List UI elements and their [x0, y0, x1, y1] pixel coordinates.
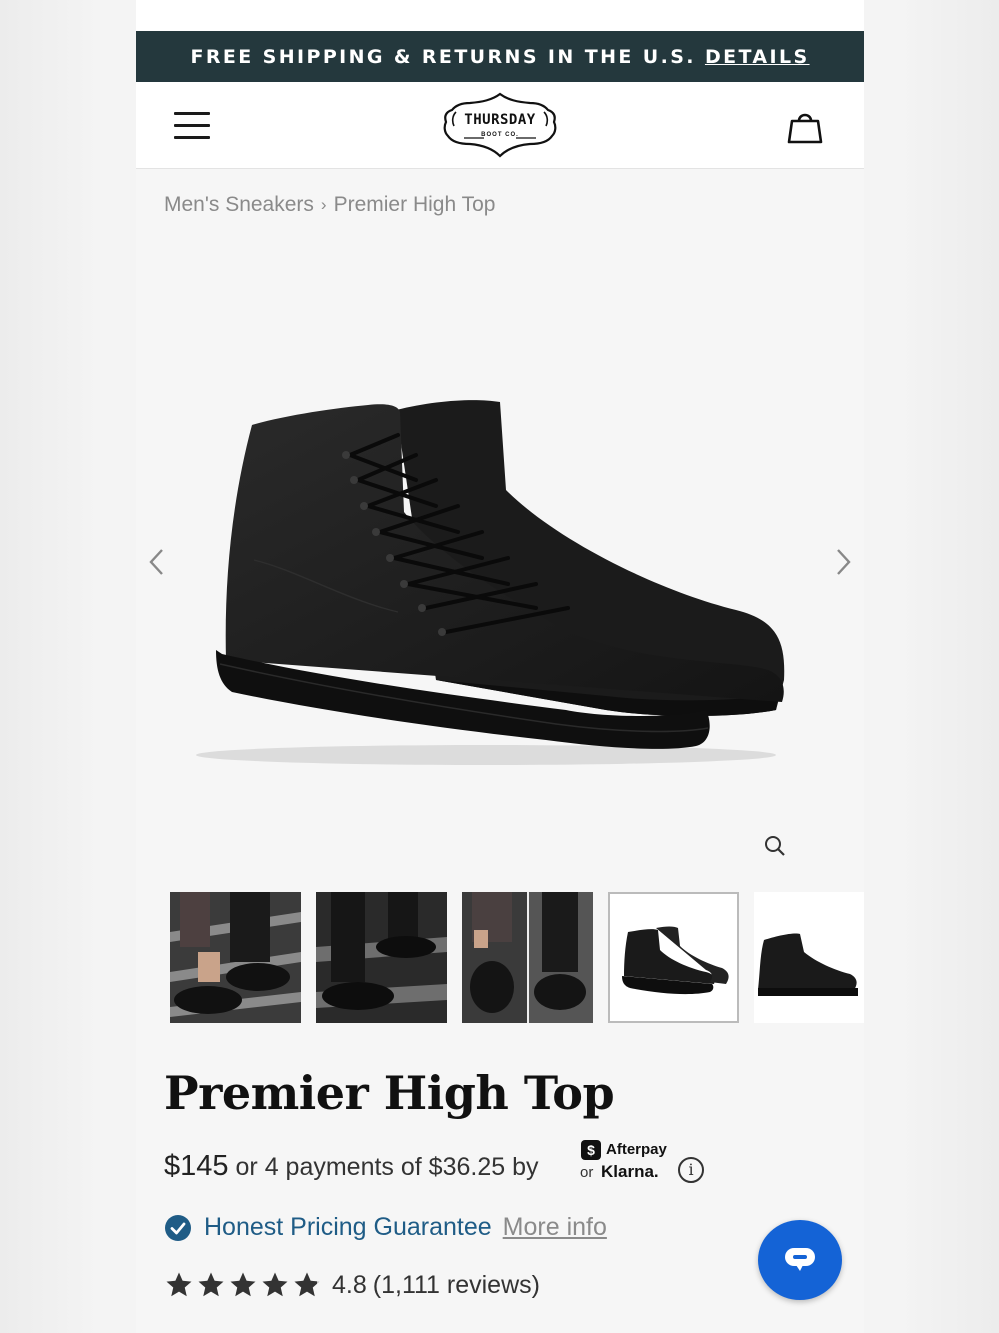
thumbnail-strip	[170, 892, 864, 1024]
verified-check-icon	[165, 1214, 191, 1241]
chat-button[interactable]	[758, 1220, 842, 1300]
promo-banner: FREE SHIPPING & RETURNS IN THE U.S. DETA…	[136, 31, 864, 82]
klarna-label: Klarna.	[601, 1162, 659, 1181]
logo-wordmark: THURSDAY	[464, 112, 536, 128]
thumbnail-lifestyle-split[interactable]	[462, 892, 593, 1023]
product-image-carousel[interactable]	[136, 240, 864, 870]
honest-pricing-row: Honest Pricing Guarantee More info	[164, 1213, 607, 1242]
star-icon	[230, 1272, 256, 1297]
thursday-logo[interactable]: THURSDAY BOOT CO.	[442, 92, 558, 160]
rating-value: 4.8	[332, 1270, 367, 1299]
product-price: $145	[164, 1150, 229, 1182]
carousel-next-chevron-icon[interactable]	[832, 545, 856, 579]
price-row: $145 or 4 payments of $36.25 by	[164, 1150, 538, 1183]
or-label: or	[580, 1164, 594, 1181]
bnpl-logos[interactable]: $ Afterpay or Klarna.	[579, 1140, 675, 1186]
honest-pricing-label: Honest Pricing Guarantee	[204, 1213, 492, 1241]
breadcrumb-mens-sneakers[interactable]: Men's Sneakers	[164, 193, 314, 217]
info-icon[interactable]: i	[678, 1157, 704, 1183]
thumbnail-lifestyle-lacing[interactable]	[170, 892, 301, 1023]
promo-text: FREE SHIPPING & RETURNS IN THE U.S.	[190, 45, 696, 68]
breadcrumb: Men's Sneakers › Premier High Top	[164, 193, 495, 217]
star-icon	[262, 1272, 288, 1297]
rating-row[interactable]: 4.8 (1,111 reviews)	[164, 1270, 540, 1300]
star-icon	[166, 1272, 192, 1297]
breadcrumb-separator: ›	[320, 195, 327, 214]
logo-subtext: BOOT CO.	[481, 132, 519, 138]
afterpay-icon: $	[581, 1140, 601, 1160]
product-page: FREE SHIPPING & RETURNS IN THE U.S. DETA…	[136, 0, 864, 1333]
chat-bubble-icon	[785, 1248, 815, 1271]
product-title: Premier High Top	[164, 1066, 615, 1120]
product-main-image	[196, 400, 785, 765]
star-icon	[198, 1272, 224, 1297]
thumbnail-product-pair[interactable]	[608, 892, 739, 1023]
star-partial-icon	[294, 1272, 320, 1297]
more-info-link[interactable]: More info	[503, 1213, 607, 1242]
carousel-prev-chevron-icon[interactable]	[144, 545, 168, 579]
top-navbar: THURSDAY BOOT CO.	[136, 82, 864, 169]
thumbnail-product-side[interactable]	[754, 892, 864, 1023]
shopping-bag-icon[interactable]	[786, 108, 824, 146]
installment-text: or 4 payments of $36.25 by	[235, 1153, 539, 1181]
hamburger-menu-icon[interactable]	[174, 112, 210, 140]
star-rating	[164, 1270, 324, 1300]
breadcrumb-current: Premier High Top	[333, 193, 496, 216]
review-count: (1,111 reviews)	[372, 1270, 540, 1299]
zoom-magnifier-icon[interactable]	[763, 834, 787, 858]
status-strip	[136, 0, 864, 31]
promo-details-link[interactable]: DETAILS	[705, 46, 810, 68]
afterpay-label: Afterpay	[606, 1141, 667, 1158]
thumbnail-lifestyle-stairs[interactable]	[316, 892, 447, 1023]
